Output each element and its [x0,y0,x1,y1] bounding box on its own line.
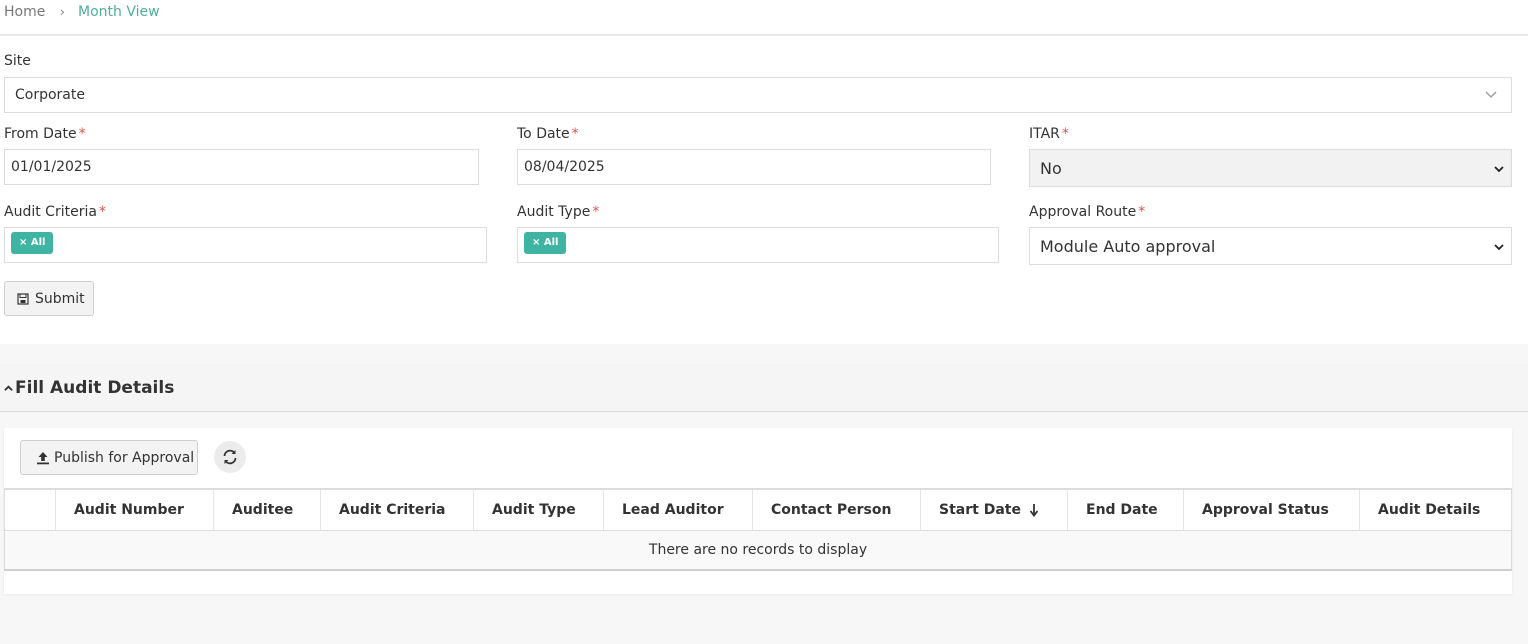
from-date-value: 01/01/2025 [11,159,92,175]
column-header-start-date[interactable]: Start Date [920,488,1068,531]
table-header-row: Audit Number Auditee Audit Criteria Audi… [4,488,1512,531]
sort-descending-icon [1029,503,1039,517]
audit-type-tag-all[interactable]: × All [524,232,567,254]
fill-audit-details-header[interactable]: Fill Audit Details [0,364,1528,412]
column-header-audit-criteria[interactable]: Audit Criteria [320,488,474,531]
submit-button-label: Submit [35,290,85,307]
section-title: Fill Audit Details [15,378,175,398]
itar-label: ITAR * [1029,126,1069,142]
chevron-up-icon [4,385,13,391]
approval-route-label: Approval Route * [1029,204,1146,220]
refresh-icon [223,449,237,465]
column-header-lead-auditor[interactable]: Lead Auditor [603,488,753,531]
table-row: There are no records to display [4,529,1512,571]
submit-button[interactable]: Submit [4,281,94,316]
from-date-input[interactable]: 01/01/2025 [4,149,479,185]
column-header-approval-status[interactable]: Approval Status [1183,488,1360,531]
approval-route-select[interactable]: Module Auto approval [1029,227,1512,265]
breadcrumb-separator-icon: › [60,5,65,19]
site-select[interactable]: Corporate [4,77,1512,113]
breadcrumb-bar: Home › Month View [0,0,1528,35]
publish-button-label: Publish for Approval [54,449,195,466]
upload-icon [37,451,49,464]
breadcrumb-current: Month View [78,4,160,20]
empty-table-message: There are no records to display [4,529,1512,571]
chevron-down-icon [1494,166,1504,173]
column-header-end-date[interactable]: End Date [1067,488,1184,531]
itar-select-value: No [1040,159,1062,178]
site-select-value: Corporate [15,87,85,103]
audit-criteria-multiselect[interactable]: × All [4,227,487,263]
approval-route-value: Module Auto approval [1040,237,1216,256]
filter-form: Site Corporate From Date * 01/01/2025 To … [0,36,1528,344]
breadcrumb-home-link[interactable]: Home [4,4,45,20]
to-date-value: 08/04/2025 [524,159,605,175]
from-date-label: From Date * [4,126,86,142]
to-date-label: To Date * [517,126,579,142]
column-header-audit-details[interactable]: Audit Details [1359,488,1512,531]
column-header-audit-number[interactable]: Audit Number [55,488,214,531]
save-icon [17,292,29,305]
column-header-contact-person[interactable]: Contact Person [752,488,921,531]
audit-type-multiselect[interactable]: × All [517,227,999,263]
audit-details-panel: Publish for Approval Audit Number Audite… [4,428,1512,594]
refresh-button[interactable] [214,441,246,473]
column-header-auditee[interactable]: Auditee [213,488,321,531]
site-label: Site [4,53,31,69]
audit-table: Audit Number Auditee Audit Criteria Audi… [4,488,1512,571]
chevron-down-icon [1485,91,1497,98]
table-select-column [4,488,56,531]
audit-criteria-tag-all[interactable]: × All [11,232,54,254]
column-header-audit-type[interactable]: Audit Type [473,488,604,531]
chevron-down-icon [1494,244,1504,251]
audit-type-label: Audit Type * [517,204,600,220]
to-date-input[interactable]: 08/04/2025 [517,149,991,185]
publish-for-approval-button[interactable]: Publish for Approval [20,440,198,475]
itar-select[interactable]: No [1029,149,1512,187]
audit-criteria-label: Audit Criteria * [4,204,106,220]
